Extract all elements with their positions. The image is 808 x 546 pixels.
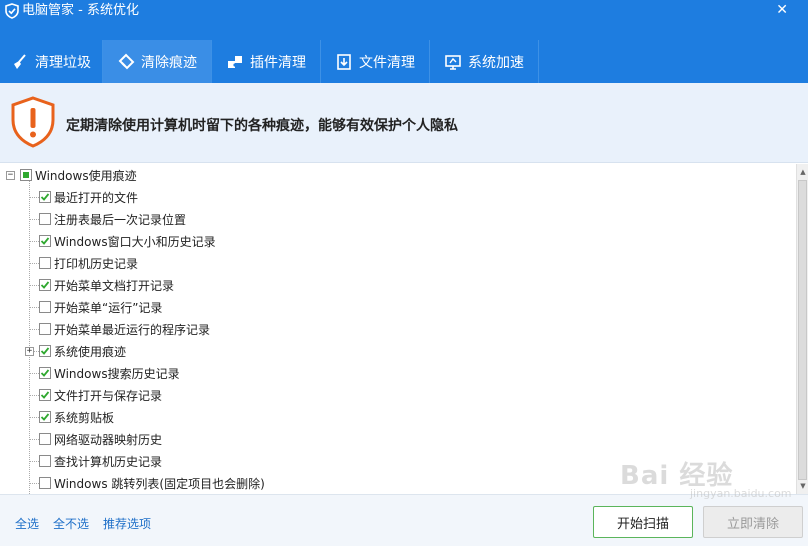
tree-branch-line (30, 285, 39, 286)
start-scan-button[interactable]: 开始扫描 (593, 506, 693, 538)
tree-branch-line (30, 307, 39, 308)
checked-checkbox[interactable] (39, 279, 51, 291)
tree-item-label: 注册表最后一次记录位置 (54, 212, 187, 227)
scroll-thumb[interactable] (798, 180, 807, 480)
footer-bar: 全选 全不选 推荐选项 开始扫描 立即清除 (0, 494, 808, 546)
unchecked-checkbox[interactable] (39, 323, 51, 335)
tree-item-label: Windows 跳转列表(固定项目也会删除) (54, 476, 265, 491)
tree-item[interactable]: Windows搜索历史记录 (39, 362, 180, 384)
tab-label: 清理垃圾 (35, 54, 91, 71)
tab-file-clean[interactable]: 文件清理 (321, 40, 430, 83)
pc-manager-logo-icon (5, 3, 19, 19)
tab-label: 文件清理 (359, 54, 415, 71)
tree-item[interactable]: 网络驱动器映射历史 (39, 428, 162, 450)
scroll-down-icon[interactable]: ▼ (798, 480, 808, 492)
tree-item-label: Windows搜索历史记录 (54, 366, 180, 381)
tree-item[interactable]: 查找计算机历史记录 (39, 450, 162, 472)
tree-branch-line (30, 241, 39, 242)
tree-item[interactable]: 打印机历史记录 (39, 252, 138, 274)
tree-item[interactable]: 开始菜单文档打开记录 (39, 274, 174, 296)
checked-checkbox[interactable] (39, 411, 51, 423)
checked-checkbox[interactable] (39, 191, 51, 203)
tree-item[interactable]: 系统使用痕迹 (39, 340, 126, 362)
tree-item-label: 开始菜单最近运行的程序记录 (54, 322, 211, 337)
unchecked-checkbox[interactable] (39, 213, 51, 225)
tree-guide-line (29, 180, 30, 494)
tree-item[interactable]: 文件打开与保存记录 (39, 384, 162, 406)
tree-item-label: 开始菜单文档打开记录 (54, 278, 175, 293)
tab-system-speedup[interactable]: 系统加速 (430, 40, 539, 83)
tree-item-label: Windows使用痕迹 (35, 168, 137, 183)
file-download-icon (337, 53, 351, 70)
tree-item-label: 打印机历史记录 (54, 256, 139, 271)
tree-item-label: 系统使用痕迹 (54, 344, 127, 359)
tree-item[interactable]: 最近打开的文件 (39, 186, 138, 208)
unchecked-checkbox[interactable] (39, 433, 51, 445)
unchecked-checkbox[interactable] (39, 301, 51, 313)
unchecked-checkbox[interactable] (39, 257, 51, 269)
checked-checkbox[interactable] (39, 345, 51, 357)
tree-branch-line (30, 395, 39, 396)
tree-branch-line (30, 197, 39, 198)
tree-item[interactable]: Windows 跳转列表(固定项目也会删除) (39, 472, 265, 494)
tree-branch-line (30, 461, 39, 462)
tree-branch-line (30, 483, 39, 484)
checked-checkbox[interactable] (39, 235, 51, 247)
expand-icon[interactable]: + (25, 347, 34, 356)
scroll-up-icon[interactable]: ▲ (798, 166, 808, 178)
clean-now-button[interactable]: 立即清除 (703, 506, 803, 538)
tree-item-label: 查找计算机历史记录 (54, 454, 163, 469)
tree-item-label: 文件打开与保存记录 (54, 388, 163, 403)
select-none-link[interactable]: 全不选 (53, 515, 89, 532)
recommended-options-link[interactable]: 推荐选项 (103, 515, 151, 532)
tree-item-label: 开始菜单“运行”记录 (54, 300, 163, 315)
tab-label: 插件清理 (250, 54, 306, 71)
tab-clear-traces[interactable]: 清除痕迹 (103, 40, 212, 83)
warning-shield-icon (11, 96, 55, 148)
tree-item[interactable]: 开始菜单“运行”记录 (39, 296, 162, 318)
broom-icon (14, 53, 26, 69)
checked-checkbox[interactable] (39, 367, 51, 379)
tree-item-label: 系统剪贴板 (54, 410, 115, 425)
tree-item[interactable]: 系统剪贴板 (39, 406, 114, 428)
tree-item[interactable]: 注册表最后一次记录位置 (39, 208, 186, 230)
tree-item-label: 网络驱动器映射历史 (54, 432, 163, 447)
checked-checkbox[interactable] (39, 389, 51, 401)
tree-scrollbar[interactable]: ▲ ▼ (796, 164, 808, 494)
tree-branch-line (30, 417, 39, 418)
unchecked-checkbox[interactable] (39, 477, 51, 489)
tree-root-windows-traces[interactable]: Windows使用痕迹 (20, 164, 137, 186)
tree-branch-line (30, 329, 39, 330)
tree-item-label: Windows窗口大小和历史记录 (54, 234, 216, 249)
tree-branch-line (30, 373, 39, 374)
tab-label: 清除痕迹 (141, 54, 197, 71)
tree-item-label: 最近打开的文件 (54, 190, 139, 205)
collapse-icon[interactable]: − (6, 171, 15, 180)
close-icon[interactable]: ✕ (776, 2, 788, 18)
banner-message: 定期清除使用计算机时留下的各种痕迹，能够有效保护个人隐私 (66, 118, 458, 134)
unchecked-checkbox[interactable] (39, 455, 51, 467)
trace-tree: − Windows使用痕迹 最近打开的文件注册表最后一次记录位置 Windows窗… (0, 164, 796, 494)
tab-plugin-clean[interactable]: 插件清理 (212, 40, 321, 83)
monitor-icon (445, 54, 461, 70)
tab-clean-junk[interactable]: 清理垃圾 (0, 40, 103, 83)
tab-label: 系统加速 (468, 54, 524, 71)
tree-item[interactable]: Windows窗口大小和历史记录 (39, 230, 216, 252)
eraser-icon (118, 53, 135, 69)
select-all-link[interactable]: 全选 (15, 515, 39, 532)
tree-branch-line (30, 219, 39, 220)
window-title: 电脑管家 - 系统优化 (22, 3, 139, 18)
title-bar: 电脑管家 - 系统优化 ✕ (0, 0, 808, 40)
tree-branch-line (30, 263, 39, 264)
root-checkbox[interactable] (20, 169, 32, 181)
tree-branch-line (30, 439, 39, 440)
tab-bar: 清理垃圾 清除痕迹 插件清理 文件清理 系统加速 (0, 40, 808, 83)
info-banner: 定期清除使用计算机时留下的各种痕迹，能够有效保护个人隐私 (0, 83, 808, 163)
puzzle-icon (228, 55, 242, 68)
tree-item[interactable]: 开始菜单最近运行的程序记录 (39, 318, 210, 340)
